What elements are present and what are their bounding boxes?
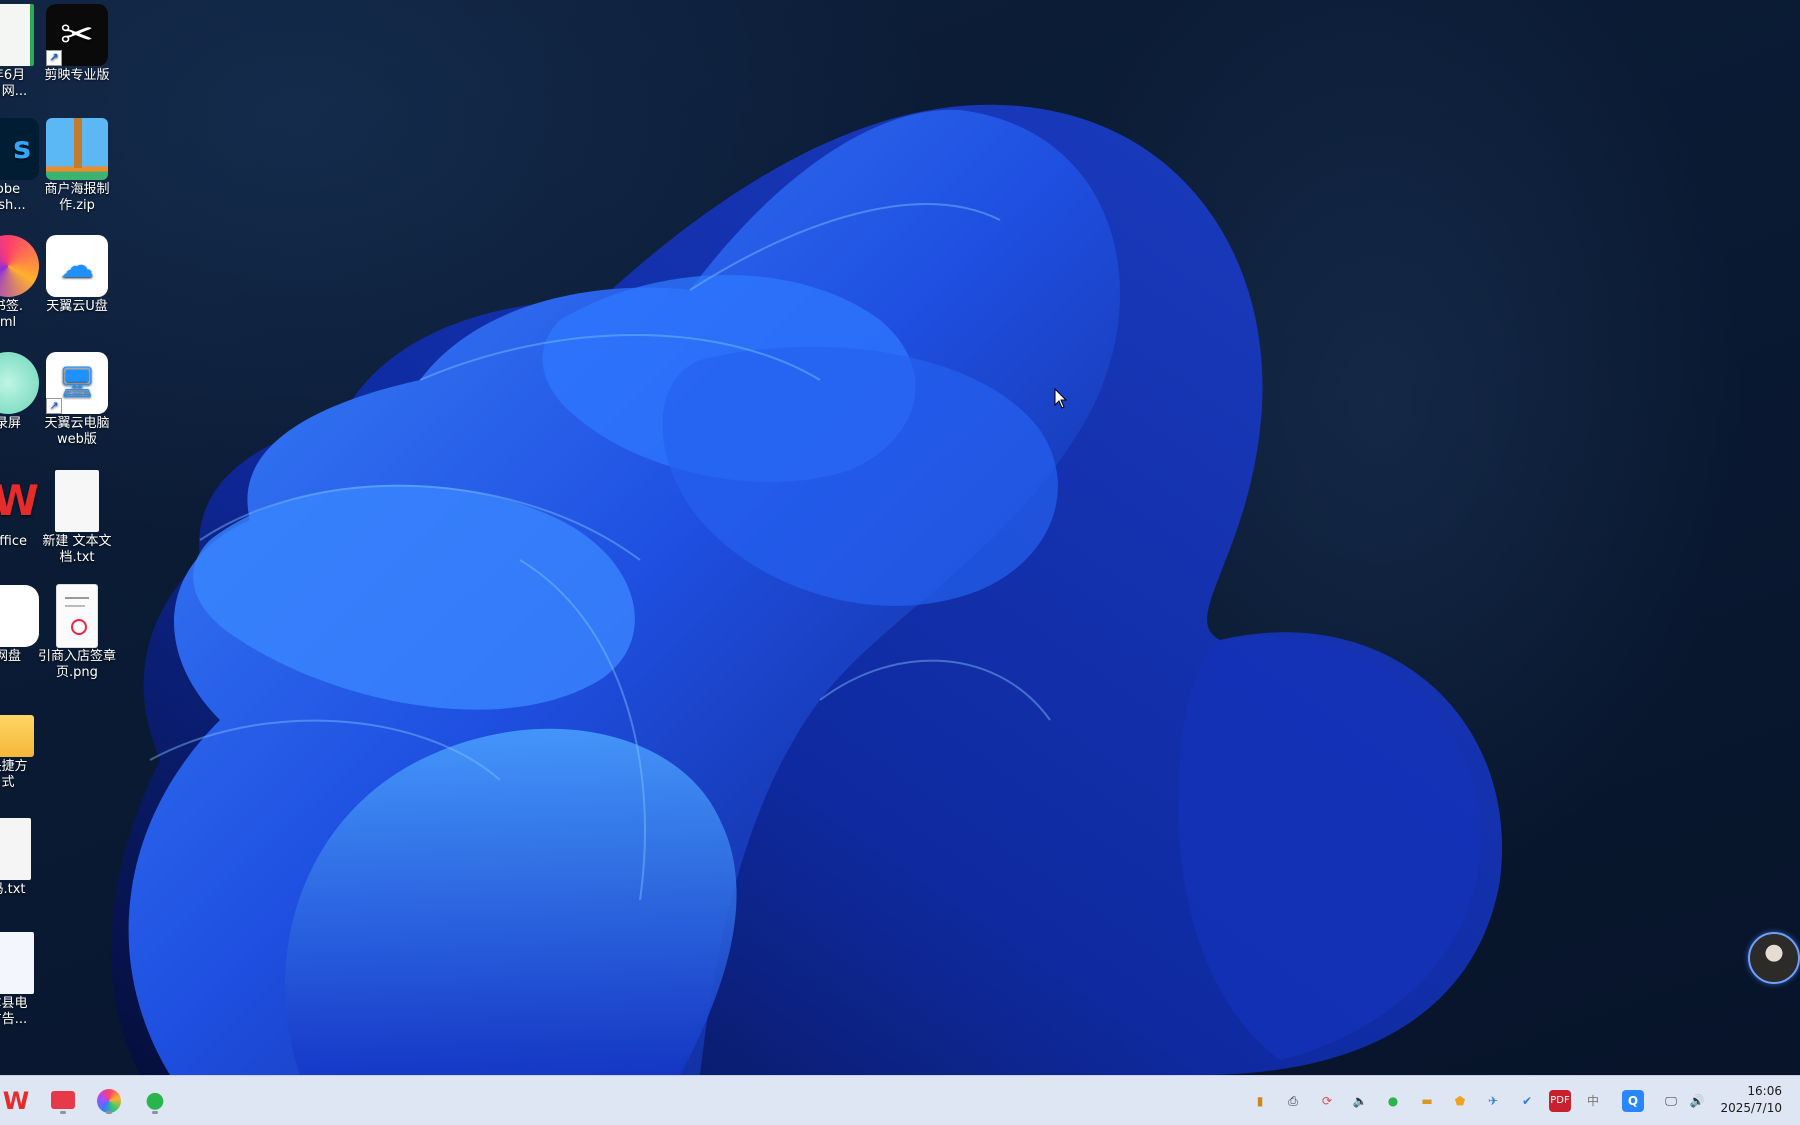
clock-time: 16:06 [1747,1084,1782,1098]
desktop-icon-label: 新建 文本文 档.txt [42,534,112,565]
volume-icon[interactable]: 🔈 [1349,1090,1371,1112]
desktop-icon-label: 天翼云U盘 [46,299,108,314]
desktop-icon-shortcut-folder[interactable]: 快捷方 式 [0,705,56,791]
cloud-pc-icon: 🖥 ↗ [46,352,108,414]
desktop-icon-label: 天翼云电脑 web版 [44,416,110,447]
desktop-icon-ad-doc[interactable]: 尔县电 广告... [0,932,56,1028]
clock-date: 2025/7/10 [1720,1101,1782,1115]
desktop-icon-new-text-doc[interactable]: 新建 文本文 档.txt [29,470,125,566]
running-indicator [106,1111,112,1114]
speaker-icon[interactable]: 🔊 [1686,1090,1708,1112]
network-icon[interactable]: 🖵 [1660,1090,1682,1112]
desktop-icon-label: 尔县电 广告... [0,996,28,1027]
shield-icon[interactable]: ⬟ [1449,1090,1471,1112]
desktop-icon-poster-zip[interactable]: 商户海报制 作.zip [29,118,125,214]
ime-icon[interactable]: 中 [1582,1090,1604,1112]
desktop-icon-code-txt[interactable]: 码.txt [0,818,56,898]
security-icon[interactable]: ✔ [1516,1090,1538,1112]
running-indicator [60,1111,66,1114]
desktop-icon-label: 快捷方 式 [0,759,28,790]
sync-icon[interactable]: ⟳ [1316,1090,1338,1112]
pdf-icon[interactable]: PDF [1549,1090,1571,1112]
printer-icon[interactable]: ⎙ [1282,1090,1304,1112]
desktop-icon-label: 商户海报制 作.zip [44,182,110,213]
color-app-icon[interactable] [93,1085,125,1117]
image-file-icon [57,585,97,647]
folder-icon [0,715,34,757]
wallpaper-bloom [111,104,1503,1075]
desktop[interactable]: 年6月 日网... s obe osh... 书签. ml 录屏 W Offic… [0,0,1800,1075]
qq-icon[interactable]: Q [1622,1090,1644,1112]
taskbar: W ● ▮ ⎙ ⟳ 🔈 ● ▬ ⬟ ✈ ✔ PDF 中 Q 🖵 🔊 16:06 … [0,1075,1800,1125]
capcut-icon: ✂ ↗ [46,4,108,66]
feishu-icon[interactable]: ✈ [1482,1090,1504,1112]
text-file-icon [55,470,99,532]
desktop-icon-label: 剪映专业版 [44,68,110,83]
desktop-icon-tianyi-cloud-pc-web[interactable]: 🖥 ↗ 天翼云电脑 web版 [29,352,125,448]
floating-avatar-widget[interactable] [1748,932,1800,984]
shortcut-arrow-icon: ↗ [46,398,62,414]
zip-archive-icon [46,118,108,180]
desktop-icon-capcut[interactable]: ✂ ↗ 剪映专业版 [29,4,125,84]
tianyi-cloud-icon: ☁ [46,235,108,297]
desktop-icon-label: 码.txt [0,882,26,897]
usb-icon[interactable]: ▮ [1249,1090,1271,1112]
wechat-tray-icon[interactable]: ● [1382,1090,1404,1112]
text-file-icon [0,818,31,880]
running-indicator [152,1111,158,1114]
mouse-cursor-icon [1054,387,1068,414]
system-clock[interactable]: 16:06 2025/7/10 [1720,1083,1782,1117]
wps-icon[interactable]: W [0,1085,32,1117]
remote-desktop-icon[interactable] [47,1085,79,1117]
desktop-icon-label: 引商入店签章 页.png [37,649,116,680]
word-file-icon [0,932,34,994]
shortcut-arrow-icon: ↗ [46,50,62,66]
folder-icon[interactable]: ▬ [1416,1090,1438,1112]
desktop-icon-signature-png[interactable]: 引商入店签章 页.png [29,585,125,681]
wechat-icon[interactable]: ● [139,1085,171,1117]
desktop-icon-tianyi-cloud-udisk[interactable]: ☁ 天翼云U盘 [29,235,125,315]
